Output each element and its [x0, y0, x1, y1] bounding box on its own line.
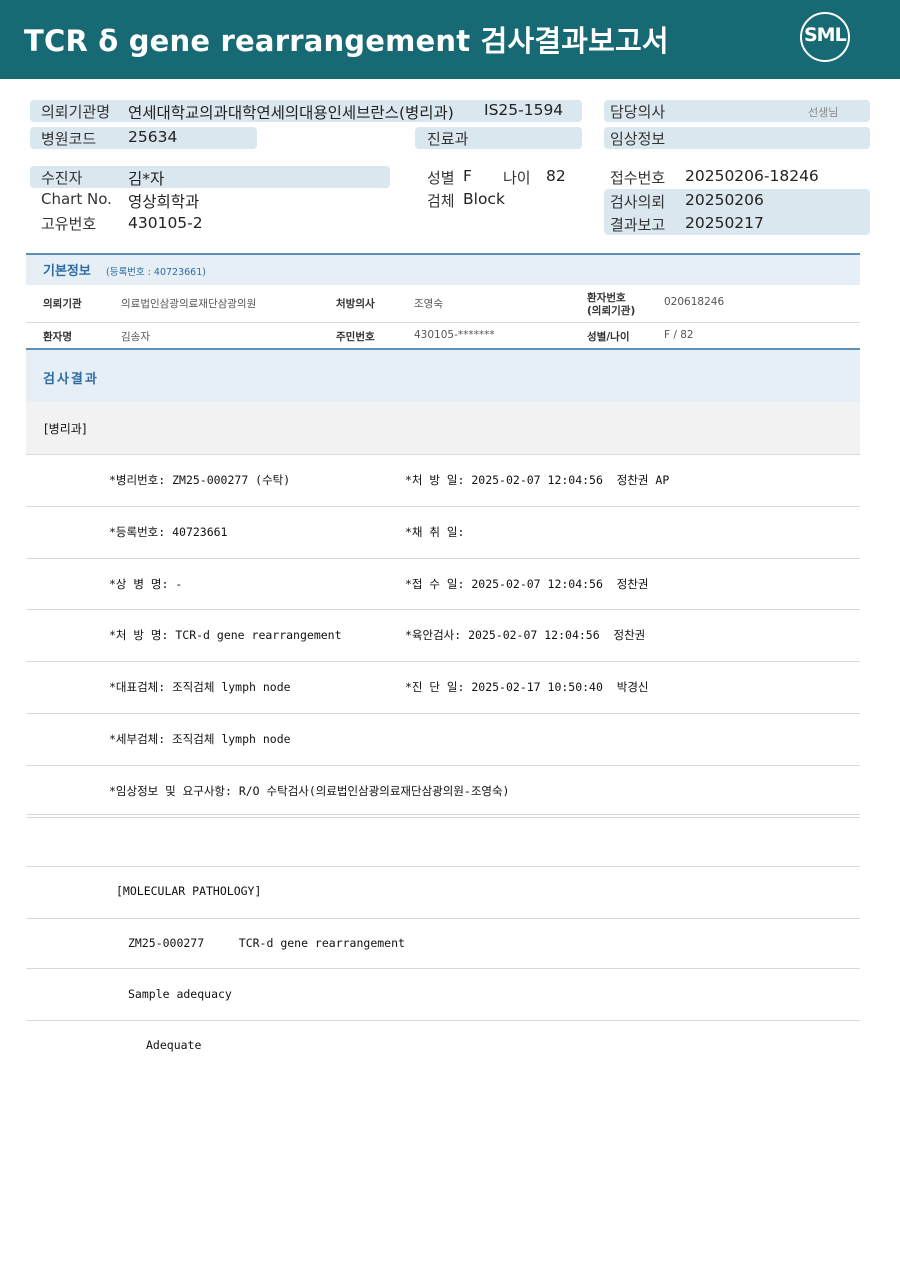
divider [26, 817, 860, 818]
result-left-field: *병리번호: ZM25-000277 (수탁) [109, 473, 291, 487]
result-right-field: *육안검사: 2025-02-07 12:04:56 정찬권 [405, 628, 646, 642]
divider [26, 765, 860, 766]
receipt-value: 20250206-18246 [685, 167, 819, 185]
basic-name-value: 김송자 [121, 331, 150, 343]
basic-presc-key: 처방의사 [336, 298, 375, 310]
report-header: TCR δ gene rearrangement 검사결과보고서 SML [0, 0, 900, 79]
divider [26, 814, 860, 815]
basic-sexage-value: F / 82 [664, 329, 694, 341]
basic-rrn-value: 430105-******* [414, 329, 495, 341]
age-value: 82 [546, 167, 566, 185]
patient-label: 수진자 [41, 169, 83, 187]
age-label: 나이 [503, 169, 531, 187]
divider [26, 968, 860, 969]
result-right-field: *접 수 일: 2025-02-07 12:04:56 정찬권 [405, 577, 649, 591]
molecular-line: ZM25-000277 TCR-d gene rearrangement [128, 936, 405, 950]
report-label: 결과보고 [610, 216, 666, 234]
inst-value: 연세대학교의과대학연세의대용인세브란스(병리과) [128, 104, 454, 122]
basic-ptno-value: 020618246 [664, 296, 725, 308]
basic-inst-value: 의료법인삼광의료재단삼광의원 [121, 298, 257, 310]
specimen-value: Block [463, 190, 505, 208]
dept-label: 진료과 [427, 130, 469, 148]
doctor-suffix: 선생님 [808, 106, 839, 119]
uid-value: 430105-2 [128, 214, 203, 232]
result-left-field: *등록번호: 40723661 [109, 525, 228, 539]
adequacy-label: Sample adequacy [128, 987, 232, 1001]
basic-name-key: 환자명 [43, 331, 72, 343]
divider [26, 866, 860, 867]
divider [26, 322, 860, 323]
divider [26, 506, 860, 507]
basic-info-title: 기본정보 [43, 264, 91, 279]
chart-value: 영상희학과 [128, 193, 200, 211]
report-value: 20250217 [685, 214, 764, 232]
inst-label: 의뢰기관명 [41, 103, 111, 121]
result-left-field: *상 병 명: - [109, 577, 183, 591]
result-left-field: *대표검체: 조직검체 lymph node [109, 680, 291, 694]
divider [26, 661, 860, 662]
sex-label: 성별 [427, 169, 455, 187]
hospcode-label: 병원코드 [41, 130, 97, 148]
uid-label: 고유번호 [41, 215, 97, 233]
result-right-field: *진 단 일: 2025-02-17 10:50:40 박경신 [405, 680, 649, 694]
req-label: 검사의뢰 [610, 193, 666, 211]
molecular-title: [MOLECULAR PATHOLOGY] [116, 884, 262, 898]
divider [26, 1020, 860, 1021]
result-left-field: *처 방 명: TCR-d gene rearrangement [109, 628, 342, 642]
logo-text: SML [804, 24, 847, 46]
doctor-label: 담당의사 [610, 103, 666, 121]
result-left-field: *세부검체: 조직검체 lymph node [109, 732, 291, 746]
basic-ptno-key-sub: (의뢰기관) [587, 305, 636, 317]
basic-sexage-key: 성별/나이 [587, 331, 630, 343]
chart-label: Chart No. [41, 190, 112, 208]
divider [26, 558, 860, 559]
divider [26, 918, 860, 919]
req-value: 20250206 [685, 191, 764, 209]
basic-rrn-key: 주민번호 [336, 331, 375, 343]
result-right-field: *처 방 일: 2025-02-07 12:04:56 정찬권 AP [405, 473, 670, 487]
sml-logo: SML [800, 12, 852, 64]
patient-name: 김*자 [128, 170, 165, 188]
patient-pill [30, 166, 390, 188]
results-title: 검사결과 [43, 372, 99, 387]
basic-info-reg: (등록번호 : 40723661) [106, 267, 206, 278]
basic-presc-value: 조영숙 [414, 298, 443, 310]
result-right-field: *채 취 일: [405, 525, 465, 539]
clinical-label: 임상정보 [610, 130, 666, 148]
divider [26, 713, 860, 714]
dept-label: [병리과] [44, 422, 87, 436]
hospcode-value: 25634 [128, 128, 178, 146]
result-left-field: *임상정보 및 요구사항: R/O 수탁검사(의료법인삼광의료재단삼광의원-조영… [109, 784, 510, 798]
dept-row [26, 402, 860, 455]
sex-value: F [463, 167, 472, 185]
results-bar [26, 348, 860, 404]
specimen-label: 검체 [427, 192, 455, 210]
inst-code: IS25-1594 [484, 101, 564, 119]
receipt-label: 접수번호 [610, 169, 666, 187]
adequacy-value: Adequate [146, 1038, 202, 1052]
basic-inst-key: 의뢰기관 [43, 298, 82, 310]
report-title: TCR δ gene rearrangement 검사결과보고서 [24, 24, 669, 58]
divider [26, 609, 860, 610]
